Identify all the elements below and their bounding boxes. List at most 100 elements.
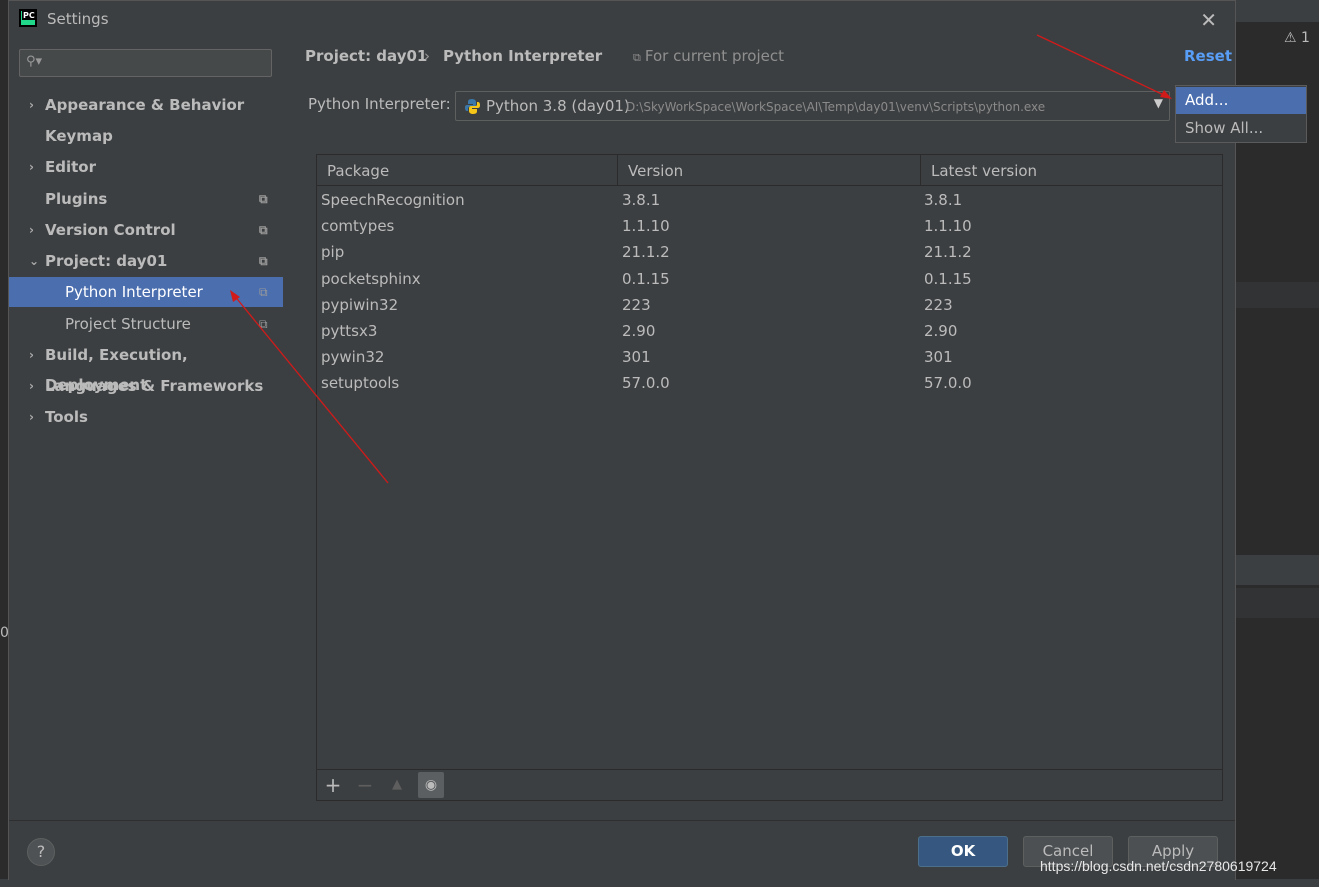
- project-scope-icon: ⧉: [259, 192, 268, 206]
- project-scope-icon: ⧉: [259, 285, 268, 299]
- help-button[interactable]: ?: [27, 838, 55, 866]
- package-version: 0.1.15: [622, 269, 670, 288]
- project-scope-icon: ⧉: [259, 254, 268, 268]
- table-row[interactable]: pocketsphinx 0.1.15 0.1.15: [317, 266, 1222, 292]
- show-early-releases-button[interactable]: ◉: [418, 772, 444, 798]
- package-version: 1.1.10: [622, 217, 670, 236]
- warning-icon: ⚠: [1284, 30, 1297, 46]
- sidebar-item-project-day01[interactable]: ⌄ Project: day01 ⧉: [9, 246, 283, 276]
- table-row[interactable]: pip 21.1.2 21.1.2: [317, 239, 1222, 265]
- package-latest-version: 0.1.15: [924, 269, 972, 288]
- package-name: pip: [321, 243, 345, 262]
- scope-text: For current project: [644, 47, 785, 65]
- sidebar-item-python-interpreter[interactable]: Python Interpreter ⧉: [9, 277, 283, 307]
- install-package-button[interactable]: +: [320, 772, 346, 798]
- sidebar-item-label: Appearance & Behavior: [45, 96, 245, 114]
- scope-label: ⧉ For current project: [633, 47, 784, 65]
- project-scope-icon: ⧉: [259, 317, 268, 331]
- column-divider[interactable]: [920, 155, 921, 186]
- package-latest-version: 57.0.0: [924, 374, 972, 393]
- menu-item-show-all[interactable]: Show All...: [1176, 115, 1306, 142]
- breadcrumb-project[interactable]: Project: day01: [305, 47, 427, 65]
- column-divider[interactable]: [617, 155, 618, 186]
- breadcrumb-separator: ›: [424, 47, 430, 65]
- table-row[interactable]: comtypes 1.1.10 1.1.10: [317, 213, 1222, 239]
- settings-dialog: Settings ✕ ⚲▾ › Appearance & Behavior Keym…: [8, 0, 1236, 880]
- packages-toolbar: + − ▲ ◉: [317, 769, 1222, 800]
- column-header-latest[interactable]: Latest version: [931, 162, 1037, 180]
- sidebar-item-project-structure[interactable]: Project Structure ⧉: [9, 309, 283, 339]
- upgrade-package-button[interactable]: ▲: [384, 772, 410, 798]
- reset-link[interactable]: Reset: [1184, 47, 1232, 65]
- sidebar-item-appearance-behavior[interactable]: › Appearance & Behavior: [9, 90, 283, 120]
- pycharm-logo-icon: [19, 9, 37, 27]
- watermark: https://blog.csdn.net/csdn2780619724: [1040, 858, 1277, 874]
- interpreter-select[interactable]: Python 3.8 (day01) D:\SkyWorkSpace\WorkS…: [455, 91, 1170, 121]
- chevron-right-icon[interactable]: ›: [29, 152, 34, 182]
- package-version: 301: [622, 348, 651, 367]
- interpreter-panel: Project: day01 › Python Interpreter ⧉ For…: [284, 37, 1235, 820]
- sidebar-item-label: Project: day01: [45, 252, 168, 270]
- breadcrumb-page: Python Interpreter: [443, 47, 603, 65]
- package-version: 223: [622, 295, 651, 314]
- close-button[interactable]: ✕: [1200, 8, 1217, 32]
- settings-search-input[interactable]: ⚲▾: [19, 49, 272, 77]
- sidebar-item-label: Tools: [45, 408, 88, 426]
- sidebar-item-label: Keymap: [45, 127, 113, 145]
- package-version: 57.0.0: [622, 374, 670, 393]
- sidebar-item-editor[interactable]: › Editor: [9, 152, 283, 182]
- menu-item-add[interactable]: Add...: [1176, 87, 1306, 114]
- package-latest-version: 2.90: [924, 322, 958, 340]
- table-row[interactable]: SpeechRecognition 3.8.1 3.8.1: [317, 187, 1222, 213]
- chevron-right-icon[interactable]: ›: [29, 215, 34, 245]
- table-row[interactable]: pyttsx3 2.90 2.90: [317, 318, 1222, 344]
- ide-band: [1236, 588, 1319, 618]
- triangle-up-icon: ▲: [392, 777, 402, 792]
- sidebar-item-build-execution-deployment[interactable]: › Build, Execution, Deployment: [9, 340, 283, 394]
- column-header-version[interactable]: Version: [628, 162, 683, 180]
- table-row[interactable]: pywin32 301 301: [317, 344, 1222, 370]
- chevron-right-icon[interactable]: ›: [29, 402, 34, 432]
- package-latest-version: 3.8.1: [924, 191, 963, 209]
- sidebar-item-tools[interactable]: › Tools: [9, 402, 283, 432]
- project-scope-icon: ⧉: [259, 223, 268, 237]
- sidebar-item-keymap[interactable]: Keymap: [9, 121, 283, 151]
- interpreter-label: Python Interpreter:: [308, 95, 451, 113]
- package-name: pypiwin32: [321, 295, 399, 314]
- package-latest-version: 301: [924, 348, 953, 367]
- minus-icon: −: [356, 773, 374, 797]
- interpreter-path: D:\SkyWorkSpace\WorkSpace\AI\Temp\day01\…: [626, 100, 1046, 114]
- chevron-right-icon[interactable]: ›: [29, 90, 34, 120]
- ide-topbar: [1236, 0, 1319, 22]
- close-icon: ✕: [1200, 8, 1217, 32]
- chevron-right-icon[interactable]: ›: [29, 371, 34, 401]
- plus-icon: +: [324, 773, 342, 797]
- table-header: Package Version Latest version: [317, 155, 1222, 186]
- ide-band: [1236, 555, 1319, 585]
- ok-button[interactable]: OK: [918, 836, 1008, 867]
- packages-table: Package Version Latest version SpeechRec…: [316, 154, 1223, 801]
- package-name: SpeechRecognition: [321, 191, 465, 209]
- chevron-right-icon[interactable]: ›: [29, 340, 34, 370]
- uninstall-package-button[interactable]: −: [352, 772, 378, 798]
- eye-icon: ◉: [424, 777, 438, 793]
- package-latest-version: 223: [924, 295, 953, 314]
- sidebar-item-label: Plugins: [45, 190, 108, 208]
- ide-status-strip: [0, 879, 1319, 887]
- sidebar-item-version-control[interactable]: › Version Control ⧉: [9, 215, 283, 245]
- column-header-package[interactable]: Package: [327, 162, 389, 180]
- chevron-down-icon[interactable]: ⌄: [29, 246, 39, 276]
- sidebar-item-plugins[interactable]: Plugins ⧉: [9, 184, 283, 214]
- table-row[interactable]: pypiwin32 223 223: [317, 292, 1222, 318]
- package-latest-version: 21.1.2: [924, 243, 972, 262]
- sidebar-item-languages-frameworks[interactable]: › Languages & Frameworks: [9, 371, 283, 401]
- table-row[interactable]: setuptools 57.0.0 57.0.0: [317, 370, 1222, 396]
- package-version: 2.90: [622, 322, 656, 340]
- warning-indicator[interactable]: ⚠ 1: [1284, 30, 1310, 46]
- sidebar-item-label: Version Control: [45, 221, 176, 239]
- ide-band: [1236, 282, 1319, 308]
- package-name: pywin32: [321, 348, 385, 367]
- sidebar-item-label: Editor: [45, 158, 96, 176]
- sidebar-item-label: Project Structure: [65, 315, 191, 333]
- dropdown-arrow-icon: ▼: [1153, 96, 1163, 110]
